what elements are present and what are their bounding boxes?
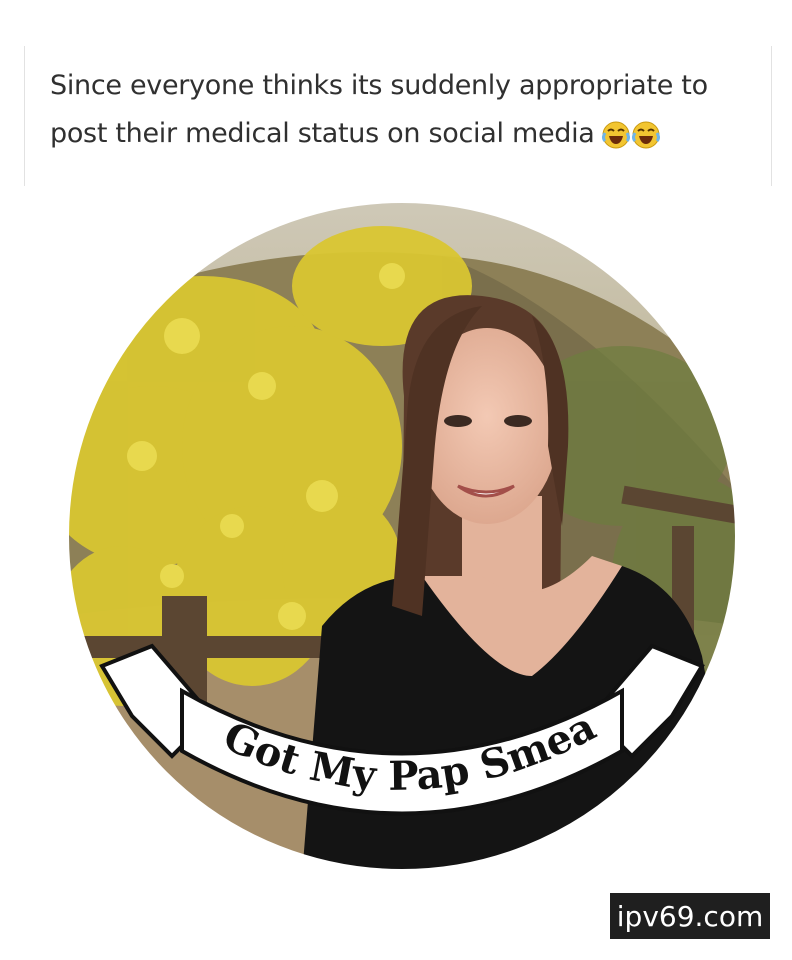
watermark: ipv69.com (610, 893, 770, 939)
profile-picture-frame: I Got My Pap Smear (62, 196, 742, 876)
laughing-crying-emoji-icon (601, 121, 630, 149)
post-caption-block: Since everyone thinks its suddenly appro… (50, 62, 750, 159)
emoji-group (601, 111, 661, 159)
laughing-crying-emoji-icon (631, 121, 660, 149)
